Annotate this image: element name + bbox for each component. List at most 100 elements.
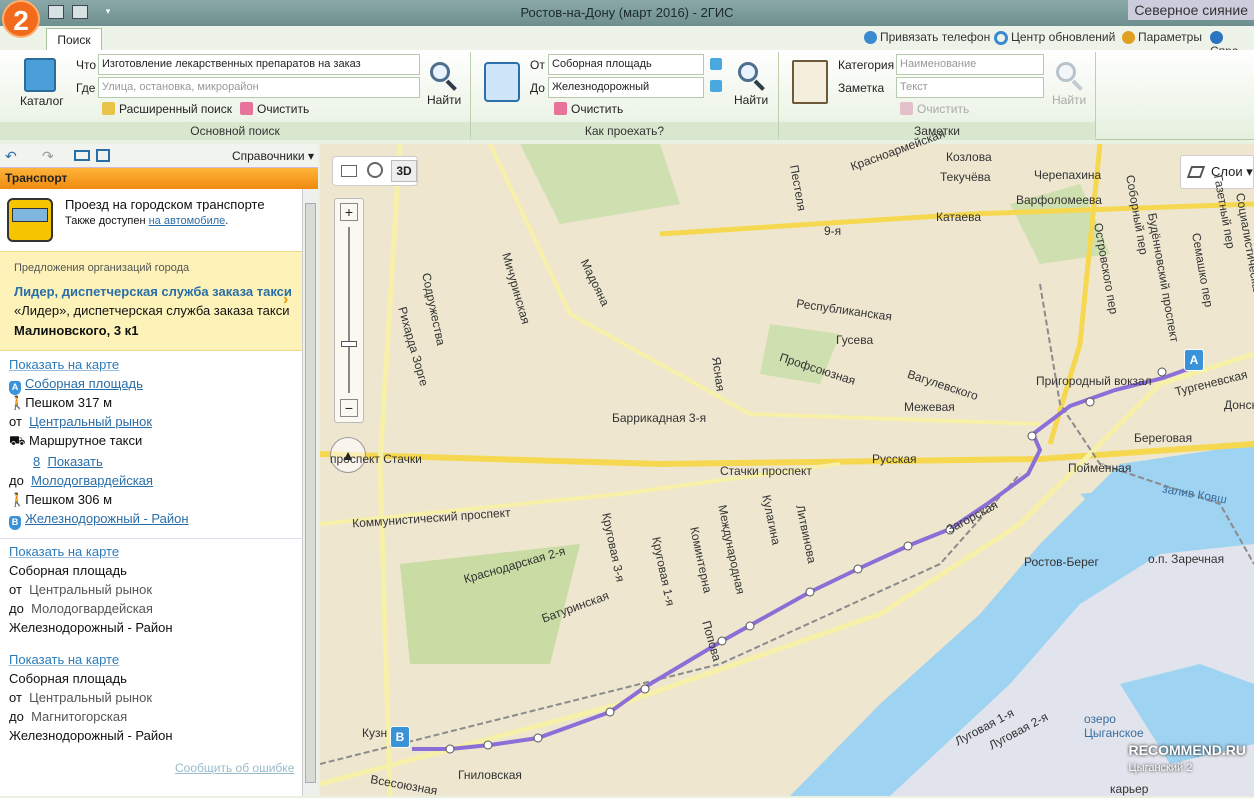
stop-marker[interactable]: [746, 622, 754, 630]
route-clear-label: Очистить: [571, 102, 623, 116]
map-pin-a[interactable]: A: [1184, 349, 1204, 371]
show-on-map-link-3[interactable]: Показать на карте: [9, 652, 119, 667]
category-label: Категория: [838, 58, 894, 72]
notes-search-icon[interactable]: [1054, 60, 1084, 90]
stop-marker[interactable]: [534, 734, 542, 742]
stop-marker[interactable]: [854, 565, 862, 573]
street-label: Кузн: [362, 726, 387, 740]
zoom-out-button[interactable]: −: [340, 399, 358, 417]
route-find-button[interactable]: Найти: [734, 93, 768, 107]
search-icon[interactable]: [428, 60, 458, 90]
stop-marker[interactable]: [1028, 432, 1036, 440]
scrollbar-thumb[interactable]: [305, 203, 316, 783]
params-button[interactable]: Параметры: [1122, 30, 1202, 44]
from-input[interactable]: Соборная площадь: [548, 54, 704, 75]
street-label: Гусева: [836, 333, 873, 347]
street-label: Ростов-Берег: [1024, 555, 1099, 569]
stop-marker[interactable]: [806, 588, 814, 596]
from-word: от: [9, 414, 22, 429]
stop-marker[interactable]: [606, 708, 614, 716]
stop-marker[interactable]: [446, 745, 454, 753]
stop-marker[interactable]: [1086, 398, 1094, 406]
eraser-icon: [900, 102, 913, 115]
app-logo[interactable]: 2: [2, 0, 40, 38]
walk-icon: 🚶: [9, 395, 25, 410]
advanced-search-label: Расширенный поиск: [119, 102, 232, 116]
route-icon: [484, 62, 520, 102]
route1-walk2: 🚶Пешком 306 м: [9, 492, 112, 508]
route3-start: Соборная площадь: [9, 671, 127, 686]
street-label: Пригородный вокзал: [1036, 374, 1152, 388]
zoom-slider-handle[interactable]: [341, 341, 357, 347]
catalog-label[interactable]: Каталог: [20, 94, 64, 108]
zoom-in-button[interactable]: +: [340, 203, 358, 221]
walk-icon: 🚶: [9, 492, 25, 507]
to-input[interactable]: Железнодорожный: [548, 77, 704, 98]
show-on-map-link-1[interactable]: Показать на карте: [9, 357, 119, 372]
route1-start-link[interactable]: Соборная площадь: [25, 376, 143, 391]
to-stop-text: Магнитогорская: [31, 709, 127, 724]
by-car-link[interactable]: на автомобиле: [149, 215, 226, 227]
notes-find-button[interactable]: Найти: [1052, 93, 1086, 107]
show-routes-link[interactable]: Показать: [47, 454, 102, 469]
tab-search[interactable]: Поиск: [46, 28, 102, 50]
route2-from: от Центральный рынок: [9, 582, 152, 597]
watermark-text: RECOMMEND.RU: [1129, 742, 1246, 758]
route2-start: Соборная площадь: [9, 563, 127, 578]
forward-icon[interactable]: ↷: [42, 148, 54, 165]
bind-phone-label: Привязать телефон: [880, 30, 990, 44]
chevron-right-icon[interactable]: ›: [283, 291, 288, 309]
route-clear-button[interactable]: Очистить: [554, 102, 623, 116]
find-button[interactable]: Найти: [427, 93, 461, 107]
clear-search-button[interactable]: Очистить: [240, 102, 309, 116]
note-input[interactable]: Текст: [896, 77, 1044, 98]
watermark-subtext: Цыганский 2: [1129, 762, 1193, 774]
also-prefix: Также доступен: [65, 215, 146, 227]
count-link[interactable]: 8: [33, 454, 40, 469]
back-icon[interactable]: ↶: [5, 148, 17, 165]
advanced-search-button[interactable]: Расширенный поиск: [102, 102, 232, 116]
street-label: Текучёва: [940, 170, 991, 184]
show-on-map-link-2[interactable]: Показать на карте: [9, 544, 119, 559]
directories-dropdown[interactable]: Справочники ▾: [232, 149, 314, 163]
group-route-label: Как проехать?: [471, 122, 778, 140]
route-search-icon[interactable]: [736, 60, 766, 90]
pin-b-icon: B: [9, 516, 21, 530]
zoom-control: + −: [334, 198, 364, 423]
promo-line2: «Лидер», диспетчерская служба заказа так…: [14, 303, 290, 318]
route2-to: до Молодогвардейская: [9, 601, 153, 616]
to-label: До: [530, 81, 545, 95]
route3-to: до Магнитогорская: [9, 709, 127, 724]
from-stop-link[interactable]: Центральный рынок: [29, 414, 152, 429]
stop-marker[interactable]: [484, 741, 492, 749]
mode-3d-button[interactable]: 3D: [391, 160, 417, 182]
route1-end-link[interactable]: Железнодорожный - Район: [25, 511, 189, 526]
route1-from: от Центральный рынок: [9, 414, 152, 429]
catalog-icon[interactable]: [24, 58, 56, 92]
gear-icon: [1122, 31, 1135, 44]
water-label: озеро Цыганское: [1084, 712, 1164, 740]
to-stop-link[interactable]: Молодогвардейская: [31, 473, 153, 488]
category-select[interactable]: Наименование: [896, 54, 1044, 75]
params-label: Параметры: [1138, 30, 1202, 44]
zoom-slider-track[interactable]: [348, 227, 350, 393]
scrollbar[interactable]: [302, 189, 318, 796]
promo-title[interactable]: Лидер, диспетчерская служба заказа такси: [14, 284, 292, 299]
pin-to-icon[interactable]: [710, 80, 722, 92]
update-center-button[interactable]: Центр обновлений: [994, 30, 1115, 45]
bind-phone-button[interactable]: Привязать телефон: [864, 30, 990, 44]
card-view-icon[interactable]: [96, 149, 110, 162]
ruler-icon[interactable]: [341, 165, 357, 177]
history-icon[interactable]: [367, 162, 383, 178]
stop-marker[interactable]: [904, 542, 912, 550]
what-input[interactable]: Изготовление лекарственных препаратов на…: [98, 54, 420, 75]
street-label: Козлова: [946, 150, 992, 164]
report-error-link[interactable]: Сообщить об ошибке: [175, 761, 294, 775]
pin-from-icon[interactable]: [710, 58, 722, 70]
where-input[interactable]: Улица, остановка, микрорайон: [98, 77, 420, 98]
stop-marker[interactable]: [1158, 368, 1166, 376]
stop-marker[interactable]: [641, 685, 649, 693]
list-view-icon[interactable]: [74, 150, 90, 161]
notes-clear-button[interactable]: Очистить: [900, 102, 969, 116]
map-pin-b[interactable]: B: [390, 726, 410, 748]
